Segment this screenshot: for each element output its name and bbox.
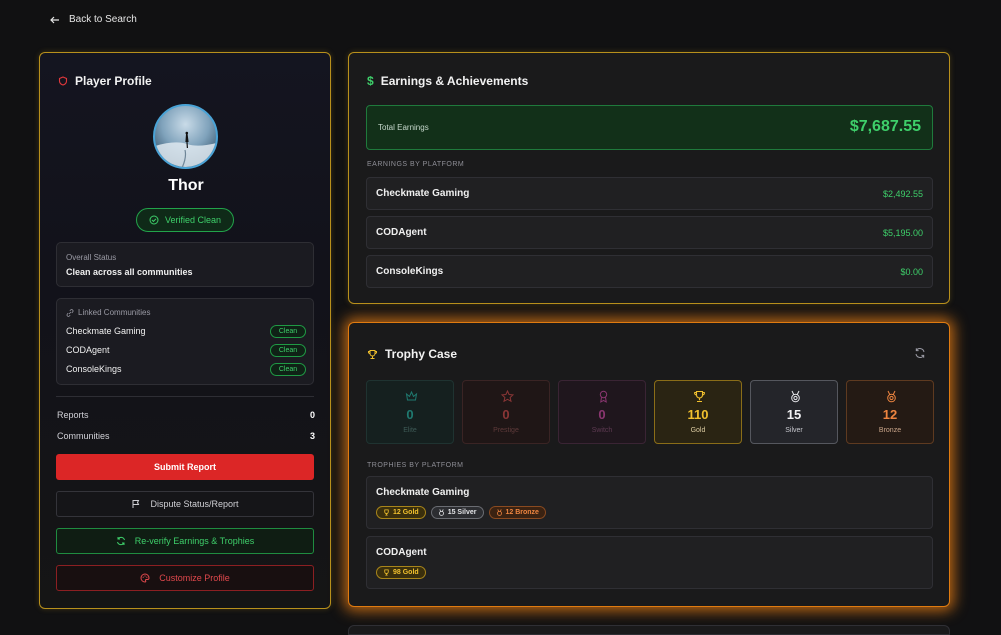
platform-amount: $0.00 bbox=[900, 267, 923, 277]
earnings-platform-row: CODAgent $5,195.00 bbox=[366, 216, 933, 249]
platform-name: CODAgent bbox=[376, 227, 427, 238]
tier-bronze: 12 Bronze bbox=[846, 380, 934, 444]
trophy-icon bbox=[384, 569, 389, 576]
verified-clean-badge: Verified Clean bbox=[136, 208, 234, 232]
link-icon bbox=[66, 308, 74, 317]
linked-community-row: Checkmate Gaming Clean bbox=[66, 323, 306, 339]
palette-icon bbox=[140, 573, 150, 583]
refresh-icon bbox=[116, 536, 125, 546]
divider bbox=[56, 396, 314, 397]
check-circle-icon bbox=[149, 215, 159, 225]
trophy-case-card: Trophy Case 0 Elite 0 Prestige 0 Switch … bbox=[348, 322, 950, 607]
gold-badge: 98 Gold bbox=[376, 566, 426, 579]
tier-switch: 0 Switch bbox=[558, 380, 646, 444]
overall-status-label: Overall Status bbox=[66, 253, 117, 262]
linked-community-row: CODAgent Clean bbox=[66, 342, 306, 358]
customize-profile-button[interactable]: Customize Profile bbox=[56, 565, 314, 591]
trophy-platform-row: Checkmate Gaming 12 Gold 15 Silver 12 Br… bbox=[366, 476, 933, 529]
refresh-icon[interactable] bbox=[914, 347, 926, 359]
back-label: Back to Search bbox=[69, 14, 137, 25]
clean-status-pill: Clean bbox=[270, 343, 306, 357]
tier-elite: 0 Elite bbox=[366, 380, 454, 444]
linked-communities-box: Linked Communities Checkmate Gaming Clea… bbox=[56, 298, 314, 385]
linked-community-name: CODAgent bbox=[66, 345, 110, 355]
trophies-by-platform-label: TROPHIES BY PLATFORM bbox=[367, 462, 464, 469]
dispute-status-button[interactable]: Dispute Status/Report bbox=[56, 491, 314, 517]
submit-report-button[interactable]: Submit Report bbox=[56, 454, 314, 480]
linked-communities-label: Linked Communities bbox=[66, 308, 150, 317]
earnings-by-platform-label: EARNINGS BY PLATFORM bbox=[367, 161, 465, 168]
clean-status-pill: Clean bbox=[270, 362, 306, 376]
star-icon bbox=[501, 390, 514, 403]
award-icon bbox=[599, 390, 608, 403]
platform-name: Checkmate Gaming bbox=[376, 487, 470, 498]
dollar-icon: $ bbox=[367, 74, 374, 88]
tier-gold: 110 Gold bbox=[654, 380, 742, 444]
silver-badge: 15 Silver bbox=[430, 506, 484, 519]
medal-icon bbox=[791, 390, 800, 403]
flag-icon bbox=[132, 500, 140, 508]
player-name: Thor bbox=[168, 177, 204, 194]
platform-name: CODAgent bbox=[376, 547, 427, 558]
trophy-badges: 12 Gold 15 Silver 12 Bronze bbox=[376, 506, 546, 519]
overall-status-value: Clean across all communities bbox=[66, 267, 193, 277]
trophy-badges: 98 Gold bbox=[376, 566, 426, 579]
profile-card-title: Player Profile bbox=[58, 74, 152, 88]
avatar bbox=[153, 104, 218, 169]
back-to-search-link[interactable]: Back to Search bbox=[50, 14, 137, 25]
platform-amount: $5,195.00 bbox=[882, 228, 923, 238]
linked-community-name: ConsoleKings bbox=[66, 364, 122, 374]
earnings-platform-row: ConsoleKings $0.00 bbox=[366, 255, 933, 288]
linked-community-name: Checkmate Gaming bbox=[66, 326, 146, 336]
platform-name: Checkmate Gaming bbox=[376, 188, 470, 199]
crown-icon bbox=[405, 390, 418, 401]
stat-row-reports: Reports 0 bbox=[57, 410, 315, 420]
platform-amount: $2,492.55 bbox=[882, 189, 923, 199]
linked-community-row: ConsoleKings Clean bbox=[66, 361, 306, 377]
tier-prestige: 0 Prestige bbox=[462, 380, 550, 444]
earnings-platform-row: Checkmate Gaming $2,492.55 bbox=[366, 177, 933, 210]
trophy-icon bbox=[367, 349, 378, 359]
trophy-platform-row: CODAgent 98 Gold bbox=[366, 536, 933, 589]
total-earnings-box: Total Earnings $7,687.55 bbox=[366, 105, 933, 150]
total-earnings-label: Total Earnings bbox=[378, 123, 429, 132]
medal-icon bbox=[438, 509, 444, 516]
tier-silver: 15 Silver bbox=[750, 380, 838, 444]
trophy-icon bbox=[384, 509, 389, 516]
next-card-edge bbox=[348, 625, 950, 635]
medal-icon bbox=[887, 390, 896, 403]
earnings-card-title: $ Earnings & Achievements bbox=[367, 74, 529, 88]
stat-row-communities: Communities 3 bbox=[57, 431, 315, 441]
trophy-case-title: Trophy Case bbox=[367, 347, 457, 361]
clean-status-pill: Clean bbox=[270, 324, 306, 338]
gold-badge: 12 Gold bbox=[376, 506, 426, 519]
reverify-earnings-button[interactable]: Re-verify Earnings & Trophies bbox=[56, 528, 314, 554]
player-profile-card: Player Profile Thor Verified Clean Overa… bbox=[39, 52, 331, 609]
overall-status-box: Overall Status Clean across all communit… bbox=[56, 242, 314, 287]
bronze-badge: 12 Bronze bbox=[488, 506, 546, 519]
arrow-left-icon bbox=[50, 16, 59, 23]
trophy-icon bbox=[694, 390, 705, 403]
medal-icon bbox=[496, 509, 502, 516]
earnings-card: $ Earnings & Achievements Total Earnings… bbox=[348, 52, 950, 304]
platform-name: ConsoleKings bbox=[376, 266, 444, 277]
total-earnings-value: $7,687.55 bbox=[849, 118, 921, 135]
shield-icon bbox=[58, 76, 68, 86]
